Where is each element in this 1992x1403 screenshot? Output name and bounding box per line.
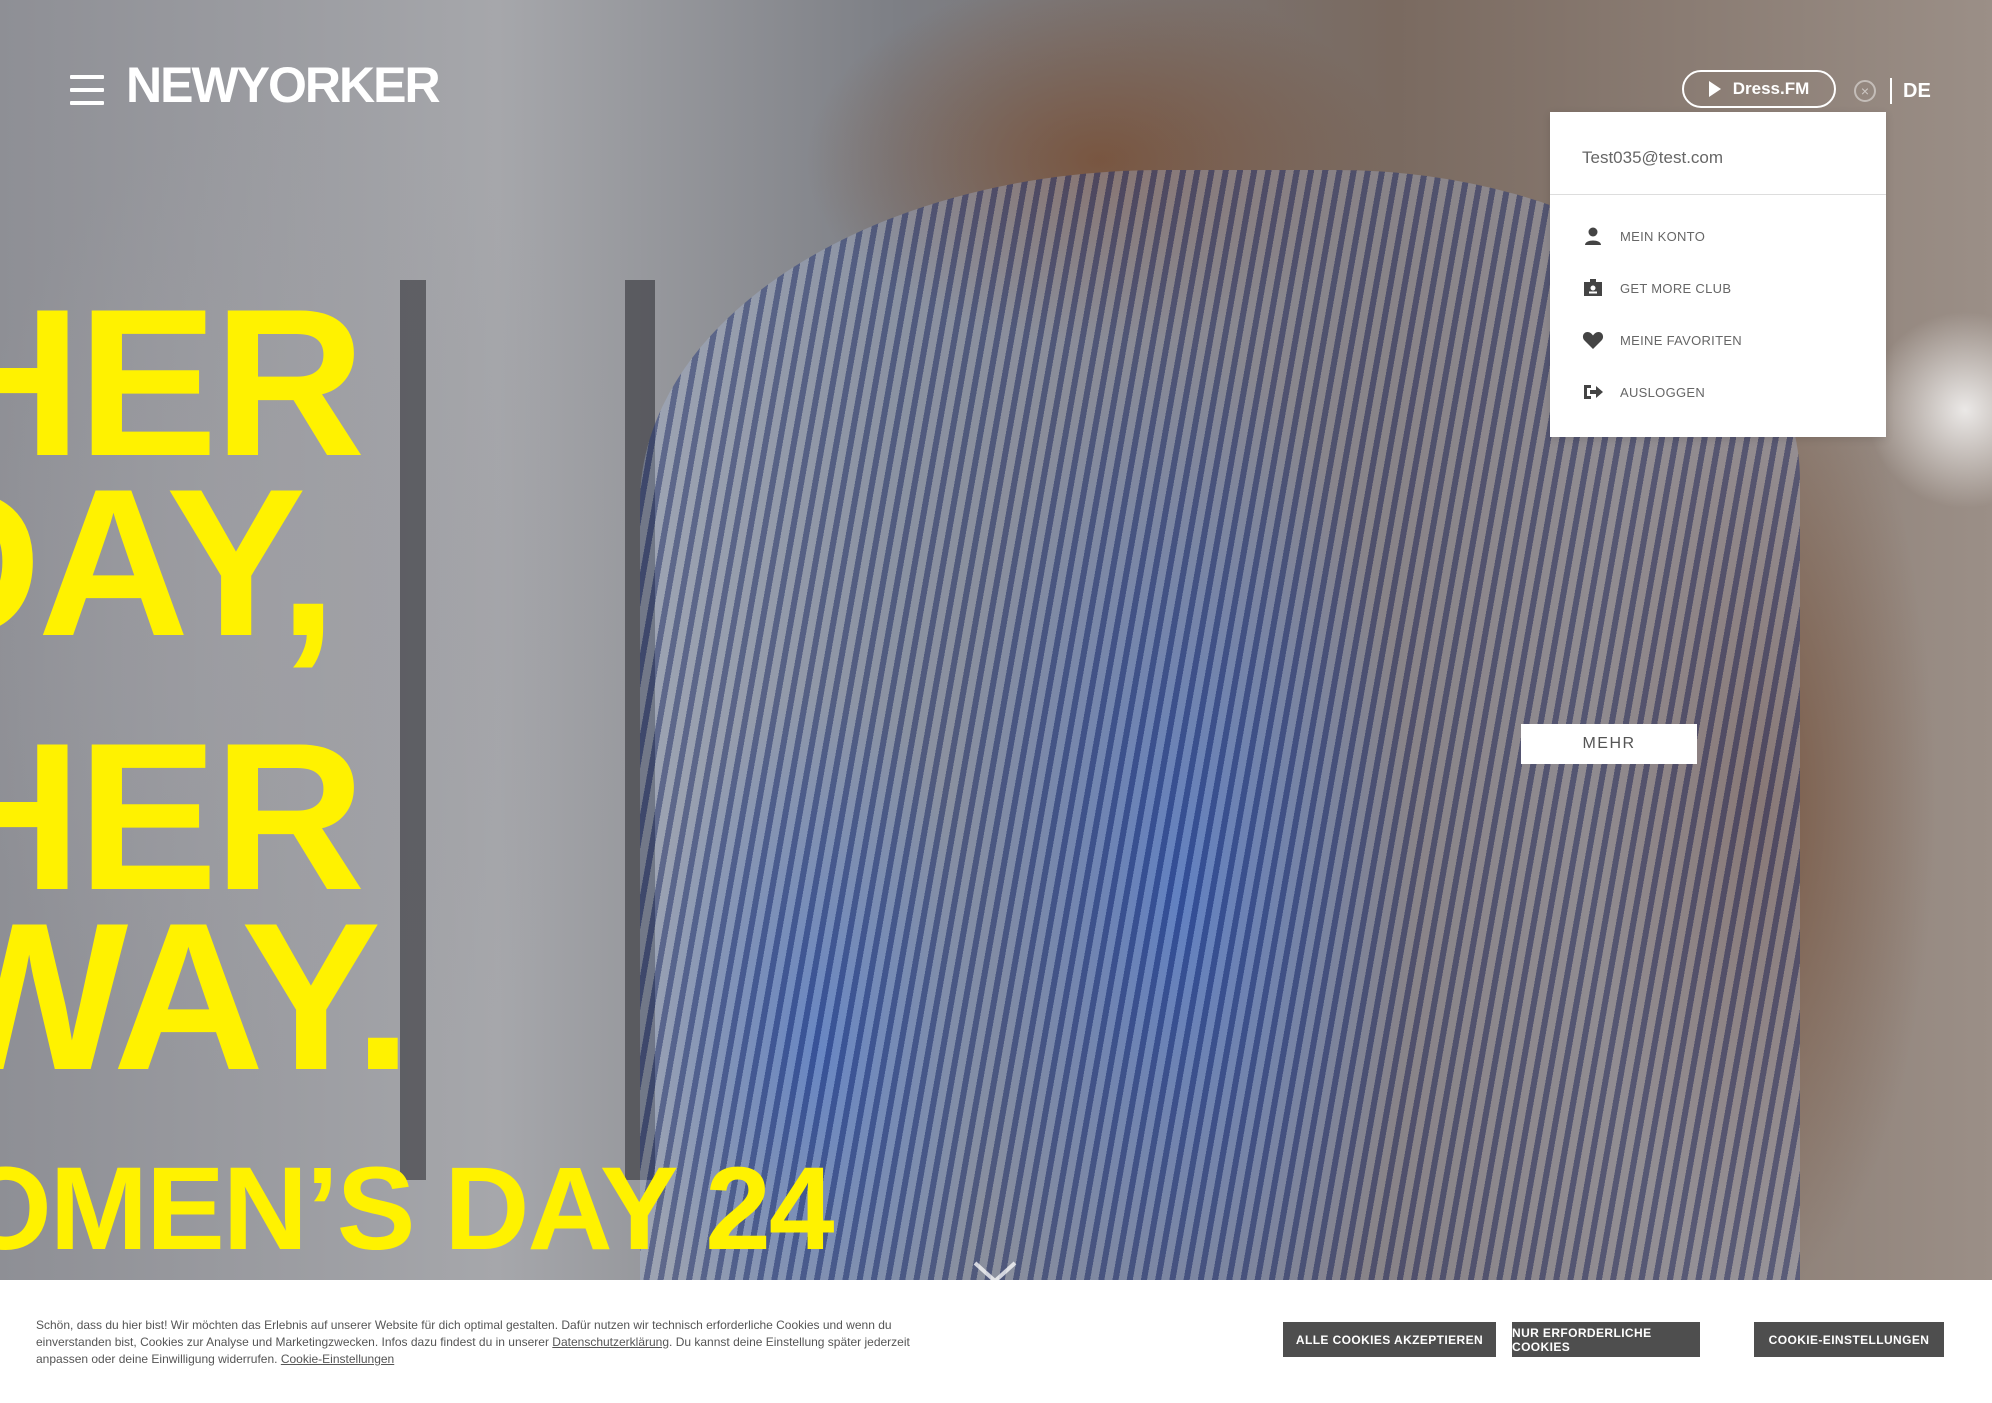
menu-item-mein-konto[interactable]: MEIN KONTO — [1582, 224, 1705, 248]
language-divider — [1890, 78, 1892, 104]
hero-headline-line: DAY, — [0, 445, 337, 680]
cookie-banner-text: Schön, dass du hier bist! Wir möchten da… — [36, 1317, 916, 1368]
account-email: Test035@test.com — [1582, 148, 1724, 167]
play-icon — [1708, 81, 1721, 97]
dropdown-divider — [1550, 194, 1886, 195]
menu-item-label: GET MORE CLUB — [1620, 280, 1732, 296]
user-icon — [1582, 225, 1604, 247]
cookie-settings-button[interactable]: COOKIE-EINSTELLUNGEN — [1754, 1322, 1944, 1357]
cookie-settings-link[interactable]: Cookie-Einstellungen — [281, 1352, 394, 1366]
menu-item-label: MEINE FAVORITEN — [1620, 332, 1742, 348]
hamburger-menu-icon[interactable] — [70, 75, 104, 105]
scroll-down-chevron-icon[interactable] — [972, 1260, 1018, 1280]
cookie-banner: Schön, dass du hier bist! Wir möchten da… — [0, 1280, 1992, 1403]
account-dropdown: Test035@test.com MEIN KONTO GET MORE CLU… — [1550, 112, 1886, 437]
privacy-policy-link[interactable]: Datenschutzerklärung — [552, 1335, 669, 1349]
close-icon[interactable]: × — [1854, 80, 1876, 102]
logout-icon — [1582, 381, 1604, 403]
menu-item-label: AUSLOGGEN — [1620, 384, 1706, 400]
heart-icon — [1582, 329, 1604, 351]
menu-item-get-more-club[interactable]: GET MORE CLUB — [1582, 276, 1731, 300]
dressfm-button[interactable]: Dress.FM — [1682, 70, 1836, 108]
accept-all-cookies-button[interactable]: ALLE COOKIES AKZEPTIEREN — [1283, 1322, 1496, 1357]
dressfm-label: Dress.FM — [1732, 79, 1810, 98]
mehr-button[interactable]: MEHR — [1521, 724, 1697, 764]
menu-item-meine-favoriten[interactable]: MEINE FAVORITEN — [1582, 328, 1742, 352]
hero-subheadline: OMEN’S DAY 24 — [0, 1143, 834, 1275]
hero-headline-line: WAY. — [0, 879, 412, 1114]
menu-item-label: MEIN KONTO — [1620, 228, 1706, 244]
newyorker-logo[interactable]: NEWYORKER — [126, 60, 441, 110]
language-selector[interactable]: DE — [1903, 80, 1931, 103]
menu-item-ausloggen[interactable]: AUSLOGGEN — [1582, 380, 1705, 404]
necessary-cookies-only-button[interactable]: NUR ERFORDERLICHE COOKIES — [1512, 1322, 1700, 1357]
club-card-icon — [1582, 277, 1604, 299]
